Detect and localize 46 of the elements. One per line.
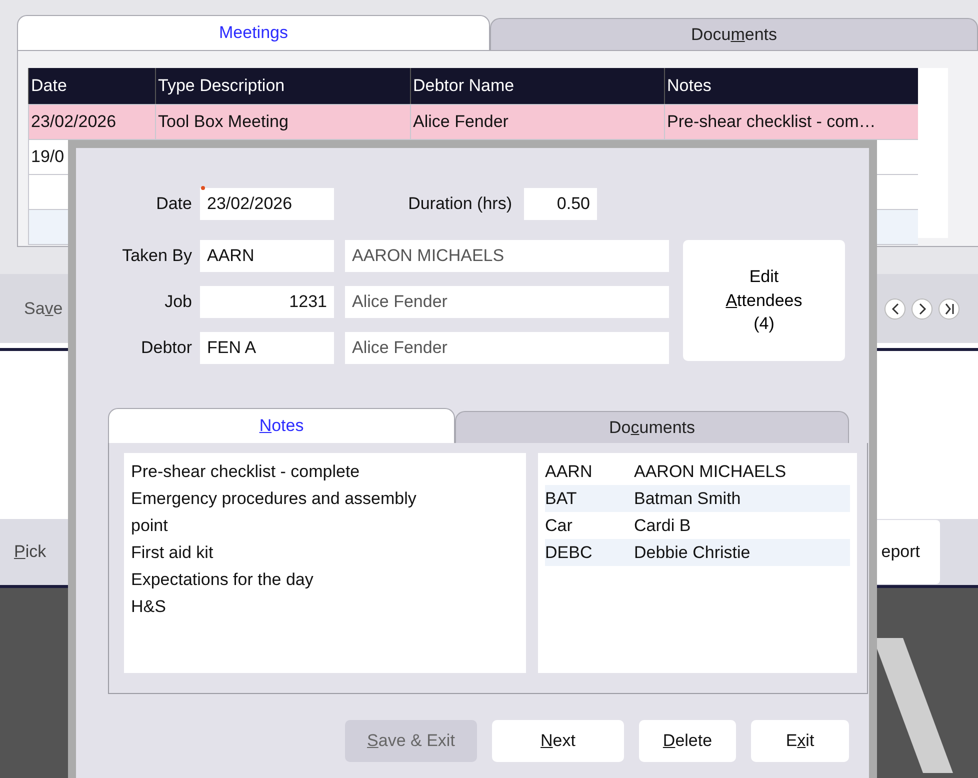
tab[interactable]: Documents bbox=[455, 411, 849, 443]
field-label: Debtor bbox=[140, 338, 193, 358]
dialog-button[interactable]: Exit bbox=[751, 720, 849, 762]
tab[interactable]: Notes bbox=[108, 408, 456, 443]
column-header: Date bbox=[28, 68, 155, 104]
attendee-name: AARON MICHAELS bbox=[634, 462, 786, 482]
note-line: H&S bbox=[131, 596, 167, 618]
table-cell: Tool Box Meeting bbox=[155, 105, 410, 139]
note-line: Emergency procedures and assembly point bbox=[131, 488, 418, 537]
notes-box[interactable]: Pre-shear checklist - complete Emergency procedures and assembly point First aid kit Expectations for the day H&S bbox=[124, 453, 526, 673]
tab[interactable]: Meetings bbox=[17, 15, 490, 50]
tab[interactable]: Documents bbox=[490, 18, 978, 50]
name-field: Alice Fender bbox=[345, 286, 669, 318]
edit-attendees-button[interactable]: Edit Attendees (4) bbox=[683, 240, 845, 361]
dialog-button[interactable]: Delete bbox=[639, 720, 736, 762]
attendee-name: Batman Smith bbox=[634, 488, 741, 508]
attendee-code: BAT bbox=[545, 488, 578, 508]
table-cell: Alice Fender bbox=[410, 105, 664, 139]
attendee-name: Debbie Christie bbox=[634, 542, 750, 562]
next-icon[interactable] bbox=[911, 298, 933, 320]
table-row[interactable]: 23/02/2026 Tool Box Meeting Alice Fender Pre-shear checklist - com… bbox=[28, 105, 918, 140]
attendee-code: Car bbox=[545, 516, 574, 536]
name-field: Alice Fender bbox=[345, 332, 669, 364]
code-field[interactable]: 1231 bbox=[200, 286, 334, 318]
duration-field[interactable]: 0.50 bbox=[524, 188, 597, 220]
table-cell: 23/02/2026 bbox=[28, 105, 155, 139]
name-field: AARON MICHAELS bbox=[345, 240, 669, 272]
attendee-code: AARN bbox=[545, 462, 594, 482]
field-label: Duration (hrs) bbox=[407, 194, 513, 214]
previous-icon[interactable] bbox=[884, 298, 906, 320]
code-field[interactable]: AARN bbox=[200, 240, 334, 272]
required-dot-icon bbox=[201, 186, 205, 190]
date-field[interactable]: 23/02/2026 bbox=[200, 188, 334, 220]
field-label: Taken By bbox=[121, 246, 193, 266]
field-label: Date bbox=[155, 194, 193, 214]
attendee-code: DEBC bbox=[545, 542, 594, 562]
note-line: First aid kit bbox=[131, 542, 214, 564]
column-header: Debtor Name bbox=[410, 68, 664, 104]
note-line: Pre-shear checklist - complete bbox=[131, 461, 361, 483]
field-label: Job bbox=[164, 292, 193, 312]
attendee-name: Cardi B bbox=[634, 516, 691, 536]
code-field[interactable]: FEN A bbox=[200, 332, 334, 364]
column-header: Type Description bbox=[155, 68, 410, 104]
dialog-button[interactable]: Next bbox=[492, 720, 624, 762]
note-line: Expectations for the day bbox=[131, 569, 314, 591]
last-icon[interactable] bbox=[938, 298, 960, 320]
